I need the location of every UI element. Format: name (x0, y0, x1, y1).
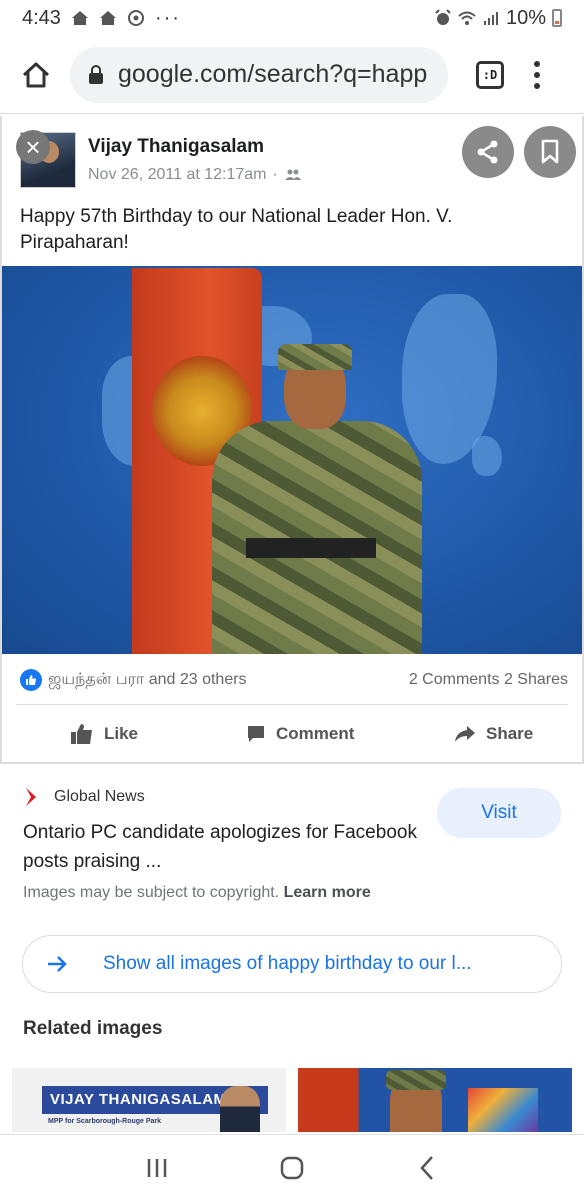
visit-button[interactable]: Visit (437, 788, 561, 838)
back-icon (419, 1155, 433, 1180)
alarm-icon (435, 9, 451, 25)
post-author: Vijay Thanigasalam (88, 136, 265, 157)
reactions-text: ஜயந்தன் பரா and 23 others (48, 671, 247, 688)
menu-icon[interactable] (532, 60, 542, 89)
share-arrow-icon (455, 726, 475, 742)
home-icon (22, 62, 50, 87)
thumb-subtitle: MPP for Scarborough-Rouge Park (48, 1118, 162, 1125)
comment-icon (248, 726, 264, 742)
divider (16, 704, 568, 705)
image-preview[interactable]: × Vijay Thanigasalam Nov 26, 2011 at 12:… (0, 116, 584, 764)
status-bar: 4:43 ··· 10% (0, 0, 584, 36)
related-images-heading: Related images (23, 1018, 163, 1039)
share-button[interactable] (462, 126, 514, 178)
system-nav-bar (0, 1134, 584, 1200)
like-action: Like (70, 723, 138, 745)
lock-icon (89, 64, 103, 84)
arrow-right-icon (48, 956, 67, 972)
home-notification-icon (99, 11, 116, 25)
app-notification-icon (127, 10, 144, 26)
reactions-row: ஜயந்தன் பரா and 23 others 2 Comments 2 S… (20, 668, 568, 692)
related-image[interactable] (298, 1068, 572, 1132)
home-nav-icon (280, 1156, 304, 1179)
home-notification-icon (71, 11, 88, 25)
tab-switcher-icon[interactable]: :D (476, 60, 504, 89)
source-headline[interactable]: Ontario PC candidate apologizes for Face… (23, 818, 423, 876)
status-time: 4:43 (22, 6, 61, 29)
like-reaction-icon (20, 669, 42, 691)
bookmark-icon (541, 139, 559, 164)
battery-icon (552, 9, 562, 27)
url-text: google.com/search?q=happ (118, 60, 428, 88)
signal-icon (483, 12, 498, 25)
home-nav-button[interactable] (272, 1148, 312, 1188)
source-row[interactable]: Global News (24, 786, 145, 808)
copyright-notice: Images may be subject to copyright. Lear… (23, 884, 371, 901)
share-icon (477, 140, 498, 164)
browser-toolbar: google.com/search?q=happ :D (0, 36, 584, 114)
wifi-icon (458, 11, 476, 25)
show-all-label: Show all images of happy birthday to our… (103, 953, 472, 974)
battery-percent: 10% (505, 6, 546, 29)
post-photo (2, 266, 582, 654)
comment-action: Comment (246, 724, 354, 744)
comments-shares-count: 2 Comments 2 Shares (408, 671, 568, 688)
close-icon[interactable]: × (16, 130, 50, 164)
save-image-button[interactable] (524, 126, 576, 178)
show-all-images-button[interactable]: Show all images of happy birthday to our… (22, 935, 562, 993)
post-date: Nov 26, 2011 at 12:17am · (88, 166, 302, 184)
related-image[interactable]: VIJAY THANIGASALAM MPP for Scarborough-R… (12, 1068, 286, 1132)
source-name: Global News (54, 788, 145, 805)
recents-icon (148, 1158, 167, 1177)
learn-more-link[interactable]: Learn more (284, 884, 371, 901)
share-action: Share (454, 724, 533, 744)
home-button[interactable] (14, 53, 58, 97)
like-icon (71, 724, 92, 744)
back-button[interactable] (407, 1148, 447, 1188)
recents-button[interactable] (137, 1148, 177, 1188)
post-text: Happy 57th Birthday to our National Lead… (20, 206, 453, 253)
friends-icon (284, 169, 301, 180)
more-notifications-icon: ··· (154, 6, 181, 29)
post-actions: Like Comment Share (2, 714, 582, 754)
address-bar[interactable]: google.com/search?q=happ (70, 46, 448, 103)
global-news-logo (26, 788, 36, 806)
